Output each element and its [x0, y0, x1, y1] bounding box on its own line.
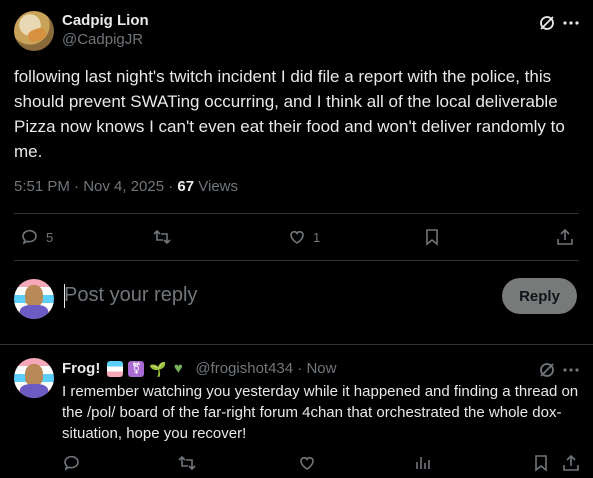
transgender-symbol-icon: ⚧: [128, 360, 145, 377]
views-label: Views: [194, 178, 239, 195]
reply-share-action[interactable]: [561, 453, 581, 473]
reply-reply-action[interactable]: [62, 453, 82, 473]
reply-input[interactable]: Post your reply: [64, 284, 197, 307]
divider: [0, 344, 593, 345]
reply-like-action[interactable]: [297, 453, 317, 473]
transgender-flag-icon: [107, 360, 124, 377]
author-handle[interactable]: @CadpigJR: [62, 31, 143, 48]
author-avatar[interactable]: [14, 11, 54, 51]
post-text: following last night's twitch incident I…: [14, 67, 565, 161]
bookmark-icon: [426, 229, 438, 246]
divider: [14, 260, 579, 261]
reply-bookmark-action[interactable]: [531, 453, 551, 473]
views-count: 67: [177, 178, 195, 195]
reply-handle-time[interactable]: @frogishot434 · Now: [195, 360, 336, 377]
reply-repost-action[interactable]: [177, 453, 197, 473]
share-action[interactable]: [555, 227, 575, 247]
repost-icon: [153, 229, 171, 245]
reply-icon: [22, 229, 37, 245]
bookmark-action[interactable]: [422, 227, 442, 247]
reply-count: 5: [46, 229, 54, 245]
more-icon[interactable]: [561, 13, 581, 33]
green-heart-icon: ♥: [173, 359, 183, 377]
analytics-icon: [416, 457, 430, 469]
share-icon: [563, 454, 579, 471]
reply-views-action[interactable]: [413, 453, 433, 473]
share-icon: [557, 228, 573, 245]
post-meta: 5:51 PM · Nov 4, 2025 · 67 Views: [14, 178, 238, 195]
like-count: 1: [313, 229, 321, 245]
reply-header: Frog! ⚧ 🌱 ♥ @frogishot434 · Now: [62, 360, 336, 377]
seedling-icon: 🌱: [149, 360, 167, 377]
heart-icon: [300, 457, 314, 470]
heart-icon: [290, 231, 304, 244]
repost-icon: [178, 455, 196, 471]
reply-action[interactable]: 5: [20, 227, 53, 247]
grok-icon[interactable]: [537, 13, 557, 33]
reply-author-name[interactable]: Frog!: [62, 360, 100, 377]
more-icon[interactable]: [561, 360, 581, 380]
author-name[interactable]: Cadpig Lion: [62, 12, 149, 29]
grok-icon[interactable]: [537, 360, 557, 380]
text-cursor: [64, 284, 65, 308]
repost-action[interactable]: [152, 227, 172, 247]
like-action[interactable]: 1: [287, 227, 320, 247]
reply-text: I remember watching you yesterday while …: [62, 383, 579, 442]
reply-author-avatar[interactable]: [14, 358, 54, 398]
reply-icon: [64, 455, 79, 471]
bookmark-icon: [535, 455, 547, 472]
reply-button[interactable]: Reply: [502, 278, 577, 314]
post-time[interactable]: 5:51 PM · Nov 4, 2025 ·: [14, 178, 177, 195]
current-user-avatar[interactable]: [14, 279, 54, 319]
divider: [14, 213, 579, 214]
